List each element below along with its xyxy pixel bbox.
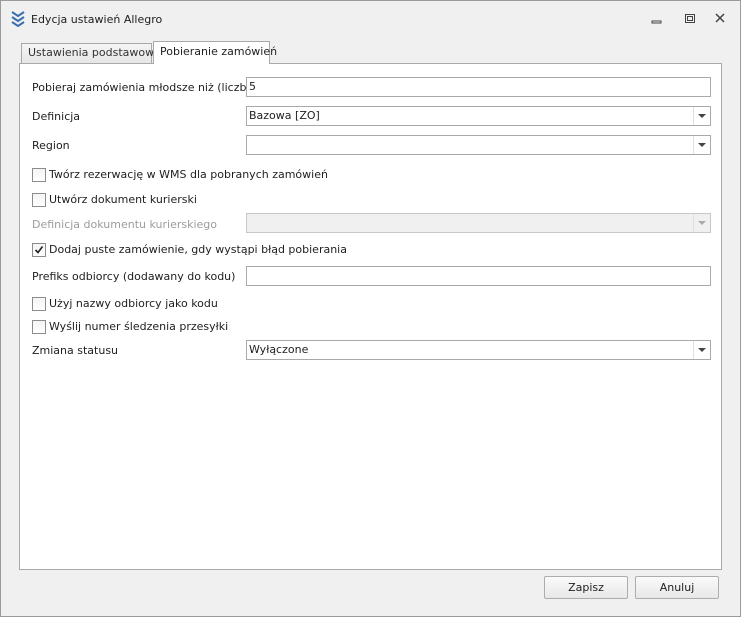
wms-reservation-checkbox[interactable] [32,168,46,182]
tab-order-download[interactable]: Pobieranie zamówień [153,41,277,64]
region-label: Region [32,139,70,152]
definition-value: Bazowa [ZO] [249,109,320,122]
courier-doc-label: Utwórz dokument kurierski [49,193,197,206]
send-tracking-checkbox[interactable] [32,320,46,334]
courier-doc-checkbox[interactable] [32,193,46,207]
chevron-down-icon [698,221,706,225]
recipient-prefix-label: Prefiks odbiorcy (dodawany do kodu) [32,270,236,283]
tab-panel: Pobieraj zamówienia młodsze niż (liczba … [19,63,722,570]
title-bar[interactable]: Edycja ustawień Allegro [1,1,740,35]
restore-icon [685,14,695,23]
definition-dropdown-button[interactable] [693,107,710,125]
use-recipient-name-checkbox[interactable] [32,297,46,311]
send-tracking-label: Wyślij numer śledzenia przesyłki [49,320,229,333]
restore-button[interactable] [680,10,700,28]
courier-doc-definition-label: Definicja dokumentu kurierskiego [32,218,217,231]
tab-basic-settings[interactable]: Ustawienia podstawowe [21,43,161,63]
region-dropdown-button[interactable] [693,136,710,154]
recipient-prefix-input[interactable] [246,266,711,286]
status-change-dropdown-button[interactable] [693,341,710,359]
courier-doc-definition-dropdown-button [693,214,710,232]
status-change-select[interactable]: Wyłączone [246,340,711,360]
use-recipient-name-label: Użyj nazwy odbiorcy jako kodu [49,297,218,310]
days-input[interactable]: 5 [246,77,711,97]
dialog-window: Edycja ustawień Allegro Ustawienia podst… [0,0,741,617]
days-label: Pobieraj zamówienia młodsze niż (liczba … [32,81,279,94]
minimize-button[interactable] [647,10,667,28]
close-button[interactable] [711,10,731,28]
status-change-value: Wyłączone [249,343,309,356]
status-change-label: Zmiana statusu [32,344,119,357]
cancel-button[interactable]: Anuluj [635,576,719,599]
window-title: Edycja ustawień Allegro [31,13,163,26]
save-button[interactable]: Zapisz [544,576,628,599]
empty-order-label: Dodaj puste zamówienie, gdy wystąpi błąd… [49,243,347,256]
app-chevrons-icon [11,11,25,28]
definition-select[interactable]: Bazowa [ZO] [246,106,711,126]
close-icon [715,13,725,23]
chevron-down-icon [698,348,706,352]
empty-order-checkbox[interactable] [32,243,46,257]
region-select[interactable] [246,135,711,155]
wms-reservation-label: Twórz rezerwację w WMS dla pobranych zam… [49,168,328,181]
checkmark-icon [34,246,44,254]
courier-doc-definition-select [246,213,711,233]
chevron-down-icon [698,114,706,118]
definition-label: Definicja [32,110,81,123]
minimize-icon [651,20,662,24]
chevron-down-icon [698,143,706,147]
